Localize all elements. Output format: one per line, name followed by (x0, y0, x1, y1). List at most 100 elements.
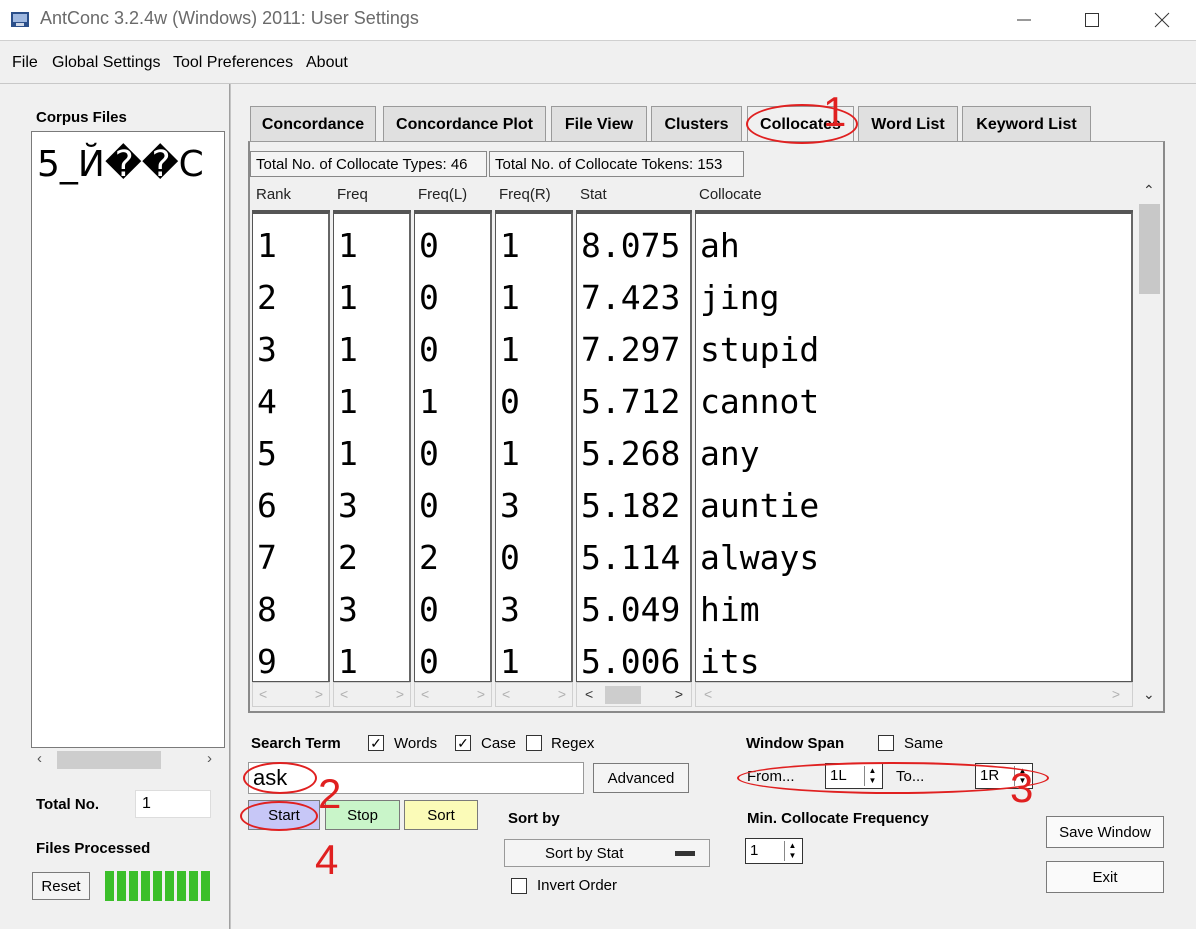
scroll-thumb[interactable] (1139, 204, 1160, 294)
table-cell[interactable]: 3 (338, 480, 358, 532)
table-cell[interactable]: 1 (257, 220, 277, 272)
table-cell[interactable]: 5.712 (581, 376, 680, 428)
exit-button[interactable]: Exit (1046, 861, 1164, 893)
menu-file[interactable]: File (12, 54, 38, 72)
column-body[interactable]: 8.075 7.423 7.297 5.712 5.268 5.182 5.114 5.049… (576, 212, 692, 682)
column-header-rank[interactable]: Rank (252, 180, 330, 212)
scroll-right-icon[interactable]: › (207, 750, 212, 767)
table-cell[interactable]: 9 (257, 636, 277, 681)
scroll-left-icon[interactable]: ‹ (37, 750, 42, 767)
table-cell[interactable]: 0 (419, 480, 439, 532)
table-cell[interactable]: 1 (338, 324, 358, 376)
same-checkbox[interactable] (878, 735, 894, 751)
sort-by-select[interactable]: Sort by Stat (504, 839, 710, 867)
column-scrollbar[interactable]: < > (695, 682, 1133, 707)
tab-concordance[interactable]: Concordance (250, 106, 376, 142)
table-cell[interactable]: 1 (500, 272, 520, 324)
table-cell[interactable]: 7.423 (581, 272, 680, 324)
scroll-thumb[interactable] (57, 751, 161, 769)
tab-concordance-plot[interactable]: Concordance Plot (383, 106, 546, 142)
column-scrollbar[interactable]: < > (252, 682, 330, 707)
table-cell[interactable]: 0 (500, 376, 520, 428)
table-cell[interactable]: cannot (700, 376, 819, 428)
column-header-freq-r[interactable]: Freq(R) (495, 180, 573, 212)
invert-order-checkbox[interactable] (511, 878, 527, 894)
table-cell[interactable]: its (700, 636, 760, 681)
table-cell[interactable]: 2 (338, 532, 358, 584)
column-scrollbar[interactable]: < > (576, 682, 692, 707)
menu-global-settings[interactable]: Global Settings (52, 54, 161, 72)
table-cell[interactable]: 5.268 (581, 428, 680, 480)
column-header-freq-l[interactable]: Freq(L) (414, 180, 492, 212)
table-cell[interactable]: 1 (338, 636, 358, 681)
tab-keyword-list[interactable]: Keyword List (962, 106, 1091, 142)
tab-file-view[interactable]: File View (551, 106, 647, 142)
column-header-freq[interactable]: Freq (333, 180, 411, 212)
tab-clusters[interactable]: Clusters (651, 106, 742, 142)
column-scrollbar[interactable]: < > (414, 682, 492, 707)
column-header-collocate[interactable]: Collocate (695, 180, 1133, 212)
tab-word-list[interactable]: Word List (858, 106, 958, 142)
table-cell[interactable]: 1 (338, 376, 358, 428)
table-cell[interactable]: 0 (419, 428, 439, 480)
scroll-up-icon[interactable]: ⌃ (1143, 182, 1155, 199)
min-frequency-spinner[interactable]: 1 ▲ ▼ (745, 838, 803, 864)
table-cell[interactable]: 3 (338, 584, 358, 636)
table-cell[interactable]: 1 (500, 220, 520, 272)
table-cell[interactable]: 8 (257, 584, 277, 636)
panel-divider[interactable] (229, 84, 231, 929)
table-cell[interactable]: stupid (700, 324, 819, 376)
table-cell[interactable]: 5.049 (581, 584, 680, 636)
reset-button[interactable]: Reset (32, 872, 90, 900)
table-cell[interactable]: 1 (338, 272, 358, 324)
table-cell[interactable]: jing (700, 272, 779, 324)
maximize-button[interactable] (1064, 0, 1120, 40)
table-cell[interactable]: 1 (500, 636, 520, 681)
column-scrollbar[interactable]: < > (495, 682, 573, 707)
column-body[interactable]: 000100200 (414, 212, 492, 682)
minimize-button[interactable] (996, 0, 1052, 40)
case-checkbox[interactable]: ✓ (455, 735, 471, 751)
table-cell[interactable]: 0 (419, 220, 439, 272)
table-cell[interactable]: 0 (419, 324, 439, 376)
table-cell[interactable]: 3 (257, 324, 277, 376)
table-cell[interactable]: 3 (500, 584, 520, 636)
column-body[interactable]: ah jing stupid cannot any auntie always him its (695, 212, 1133, 682)
table-cell[interactable]: 1 (338, 220, 358, 272)
table-cell[interactable]: 3 (500, 480, 520, 532)
table-cell[interactable]: 0 (419, 636, 439, 681)
table-cell[interactable]: 0 (500, 532, 520, 584)
table-cell[interactable]: auntie (700, 480, 819, 532)
table-cell[interactable]: 2 (257, 272, 277, 324)
column-body[interactable]: 111013031 (495, 212, 573, 682)
regex-checkbox[interactable] (526, 735, 542, 751)
table-cell[interactable]: 1 (419, 376, 439, 428)
sort-button[interactable]: Sort (404, 800, 478, 830)
corpus-file-list[interactable]: 5_Й��C (31, 131, 225, 748)
table-cell[interactable]: 1 (500, 428, 520, 480)
table-cell[interactable]: 0 (419, 584, 439, 636)
table-cell[interactable]: 6 (257, 480, 277, 532)
table-cell[interactable]: 0 (419, 272, 439, 324)
menu-about[interactable]: About (306, 54, 348, 72)
advanced-button[interactable]: Advanced (593, 763, 689, 793)
table-cell[interactable]: 1 (338, 428, 358, 480)
close-button[interactable] (1134, 0, 1190, 40)
table-cell[interactable]: always (700, 532, 819, 584)
column-body[interactable]: 111113231 (333, 212, 411, 682)
table-cell[interactable]: 8.075 (581, 220, 680, 272)
column-header-stat[interactable]: Stat (576, 180, 692, 212)
corpus-file-item[interactable]: 5_Й��C (37, 144, 204, 185)
table-cell[interactable]: 2 (419, 532, 439, 584)
column-body[interactable]: 123456789 (252, 212, 330, 682)
table-cell[interactable]: him (700, 584, 760, 636)
table-cell[interactable]: 5.182 (581, 480, 680, 532)
table-cell[interactable]: 5.114 (581, 532, 680, 584)
table-cell[interactable]: 7 (257, 532, 277, 584)
table-cell[interactable]: 5 (257, 428, 277, 480)
table-cell[interactable]: 7.297 (581, 324, 680, 376)
table-cell[interactable]: 1 (500, 324, 520, 376)
corpus-horizontal-scrollbar[interactable]: ‹ › (31, 748, 225, 772)
table-cell[interactable]: any (700, 428, 760, 480)
spinner-arrows-icon[interactable]: ▲ ▼ (784, 841, 800, 861)
